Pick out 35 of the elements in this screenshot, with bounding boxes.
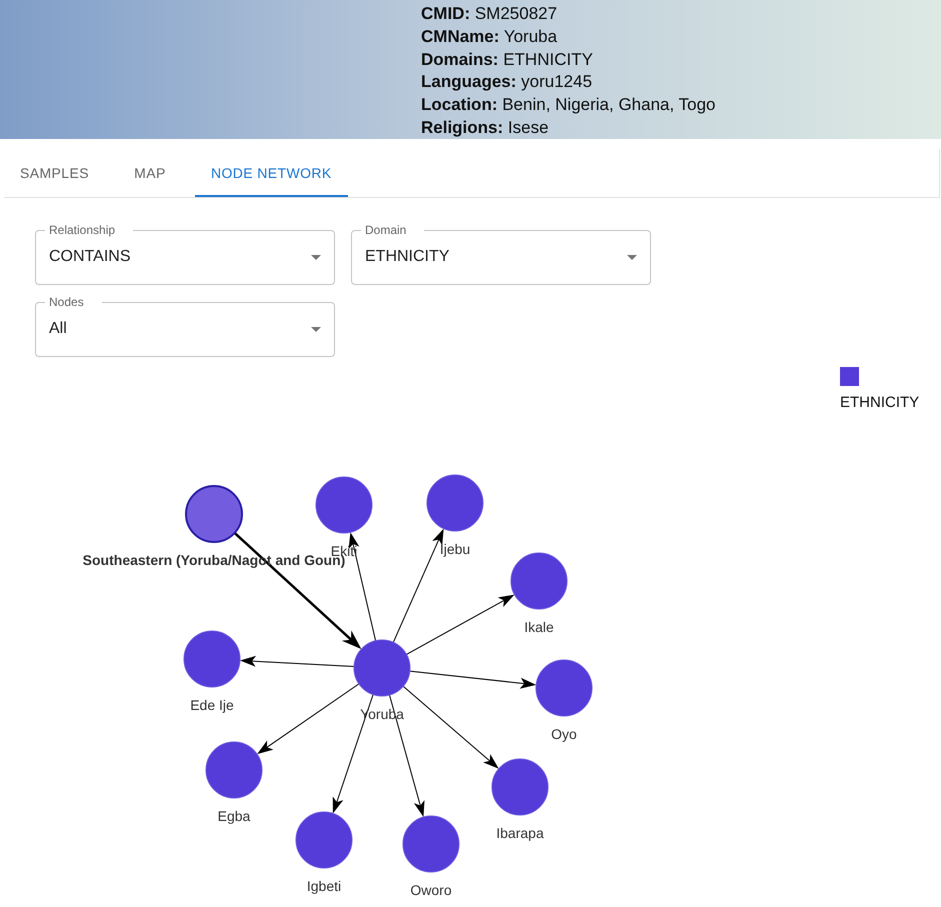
tab[interactable]: NODE NETWORK [194,149,348,197]
node-label: Egba [218,808,250,824]
legend-label: ETHNICITY [840,394,920,412]
network-node[interactable] [510,552,568,610]
caret-icon [311,326,321,332]
network-node[interactable] [354,640,410,696]
detail-text: Religions: Isese [421,116,549,139]
detail-text: Languages: yoru1245 [421,71,592,94]
network-node[interactable] [296,812,352,868]
node-label: Igbeti [306,878,342,894]
network-node[interactable] [316,476,372,534]
network-node[interactable] [492,758,548,816]
network-node[interactable] [206,742,262,798]
detail-text: Location: Benin, Nigeria, Ghana, Togo [421,94,716,116]
node-label: Ibarapa [496,825,544,841]
dropdown-select[interactable]: Domain ETHNICITY [351,222,651,285]
network-node[interactable] [536,660,592,716]
detail-text: Domains: ETHNICITY [421,48,593,71]
caret-icon [627,254,637,260]
node-label: Oyo [551,726,577,742]
node-label: Ede Ije [190,697,234,713]
caret-icon [311,254,321,260]
dropdown-select[interactable]: Nodes All [35,294,335,357]
tab[interactable]: MAP [104,149,195,197]
detail-text: CMName: Yoruba [421,26,558,48]
network-node[interactable] [402,816,460,872]
network-node[interactable] [185,485,243,543]
node-label: Ikale [524,619,554,635]
detail-text: CMID: SM250827 [421,3,558,25]
node-label: Ijebu [440,541,470,557]
network-node[interactable] [184,630,240,688]
dropdown-select[interactable]: Relationship CONTAINS [35,222,335,285]
node-label: Oworo [410,882,452,898]
network-node[interactable] [426,474,484,532]
tab[interactable]: SAMPLES [4,149,105,197]
